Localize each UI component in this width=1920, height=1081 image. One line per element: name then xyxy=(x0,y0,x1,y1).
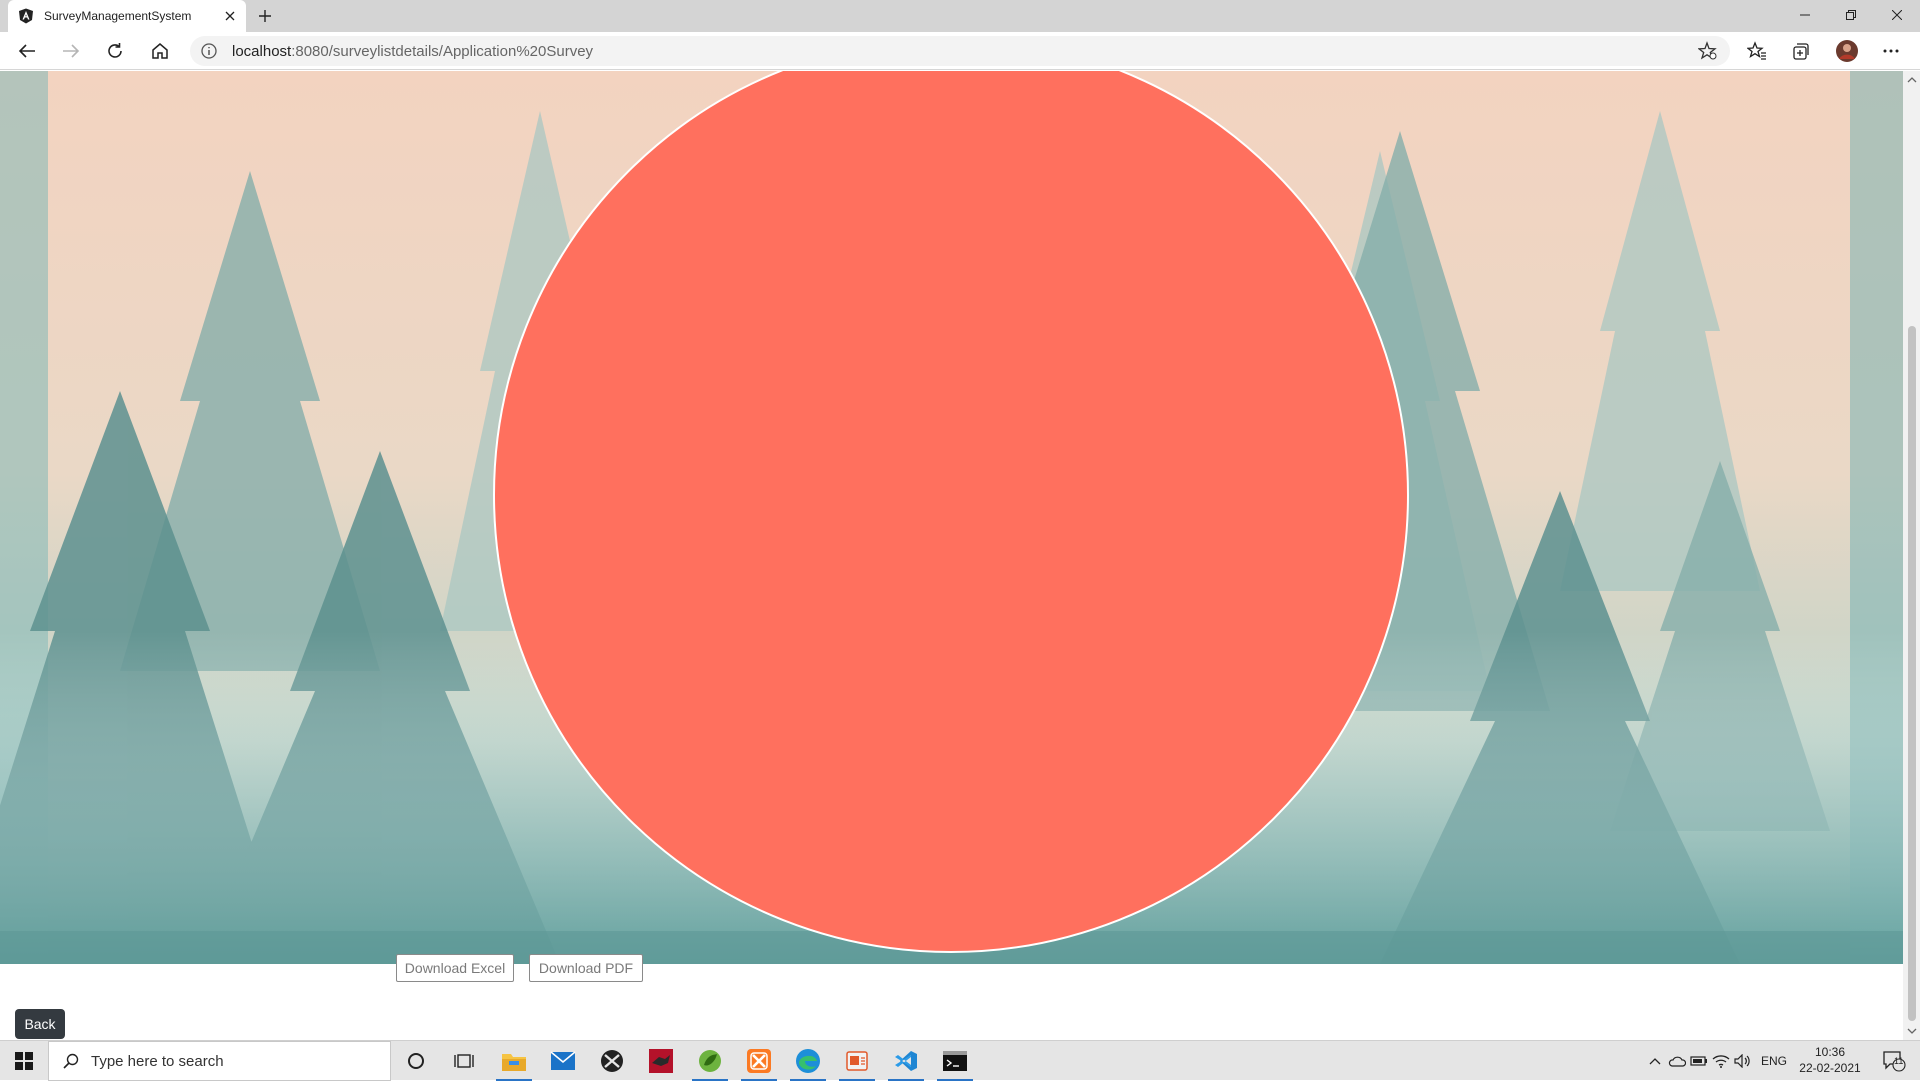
favorites-icon[interactable] xyxy=(1742,36,1772,66)
vscode-icon[interactable] xyxy=(882,1041,930,1081)
browser-toolbar: localhost:8080/surveylistdetails/Applica… xyxy=(0,32,1920,70)
windows-start-icon[interactable] xyxy=(0,1041,48,1081)
close-window-icon[interactable] xyxy=(1874,0,1920,30)
clock-time: 10:36 xyxy=(1792,1044,1868,1060)
volume-icon[interactable] xyxy=(1732,1041,1754,1081)
notification-count: 11 xyxy=(1894,1056,1903,1066)
tab-strip: SurveyManagementSystem xyxy=(0,0,1920,32)
browser-tab[interactable]: SurveyManagementSystem xyxy=(8,0,246,32)
xampp-icon[interactable] xyxy=(735,1041,783,1081)
page-content: Download Excel Download PDF Back xyxy=(0,71,1903,1040)
collections-icon[interactable] xyxy=(1786,36,1816,66)
windows-taskbar: Type here to search xyxy=(0,1040,1920,1080)
refresh-icon[interactable] xyxy=(100,36,130,66)
pie-slice[interactable] xyxy=(494,71,1408,952)
address-bar[interactable]: localhost:8080/surveylistdetails/Applica… xyxy=(190,36,1730,66)
game-app-icon[interactable] xyxy=(637,1041,685,1081)
new-tab-button[interactable] xyxy=(252,4,278,28)
powerpoint-icon[interactable] xyxy=(833,1041,881,1081)
onedrive-icon[interactable] xyxy=(1666,1041,1688,1081)
scroll-down-icon[interactable] xyxy=(1907,1026,1917,1036)
url-text[interactable]: localhost:8080/surveylistdetails/Applica… xyxy=(232,43,593,60)
mail-icon[interactable] xyxy=(539,1041,587,1081)
info-icon[interactable] xyxy=(200,42,218,60)
close-tab-icon[interactable] xyxy=(218,4,242,28)
scrollbar-thumb[interactable] xyxy=(1908,326,1916,1021)
edge-browser-icon[interactable] xyxy=(784,1041,832,1081)
back-arrow-icon[interactable] xyxy=(12,36,42,66)
more-options-icon[interactable] xyxy=(1876,36,1906,66)
home-icon[interactable] xyxy=(145,36,175,66)
language-indicator[interactable]: ENG xyxy=(1756,1041,1792,1081)
profile-avatar[interactable] xyxy=(1832,36,1862,66)
url-host: localhost xyxy=(232,43,291,60)
cortana-icon[interactable] xyxy=(392,1041,440,1081)
task-view-icon[interactable] xyxy=(440,1041,488,1081)
tab-title: SurveyManagementSystem xyxy=(44,9,218,23)
wifi-icon[interactable] xyxy=(1710,1041,1732,1081)
taskbar-search-box[interactable]: Type here to search xyxy=(48,1041,391,1081)
clock-date: 22-02-2021 xyxy=(1792,1060,1868,1076)
system-clock[interactable]: 10:36 22-02-2021 xyxy=(1792,1044,1868,1076)
spring-tool-suite-icon[interactable] xyxy=(686,1041,734,1081)
angular-icon xyxy=(18,8,34,24)
url-path: :8080/surveylistdetails/Application%20Su… xyxy=(291,43,593,60)
page-scrollbar[interactable] xyxy=(1903,71,1920,1040)
forward-arrow-icon[interactable] xyxy=(56,36,86,66)
notification-center-icon[interactable]: 11 xyxy=(1874,1041,1914,1081)
download-pdf-button[interactable]: Download PDF xyxy=(529,954,643,982)
survey-pie-chart[interactable] xyxy=(0,71,1903,964)
battery-icon[interactable] xyxy=(1688,1041,1710,1081)
restore-icon[interactable] xyxy=(1828,0,1874,30)
back-button[interactable]: Back xyxy=(15,1009,65,1039)
terminal-icon[interactable] xyxy=(931,1041,979,1081)
show-hidden-icons-chevron-icon[interactable] xyxy=(1644,1041,1666,1081)
file-explorer-icon[interactable] xyxy=(490,1041,538,1081)
scroll-up-icon[interactable] xyxy=(1907,75,1917,85)
search-icon xyxy=(63,1053,79,1069)
xbox-icon[interactable] xyxy=(588,1041,636,1081)
add-favorite-icon[interactable] xyxy=(1698,41,1718,61)
minimize-icon[interactable] xyxy=(1782,0,1828,30)
search-placeholder: Type here to search xyxy=(91,1053,224,1070)
download-excel-button[interactable]: Download Excel xyxy=(396,954,514,982)
